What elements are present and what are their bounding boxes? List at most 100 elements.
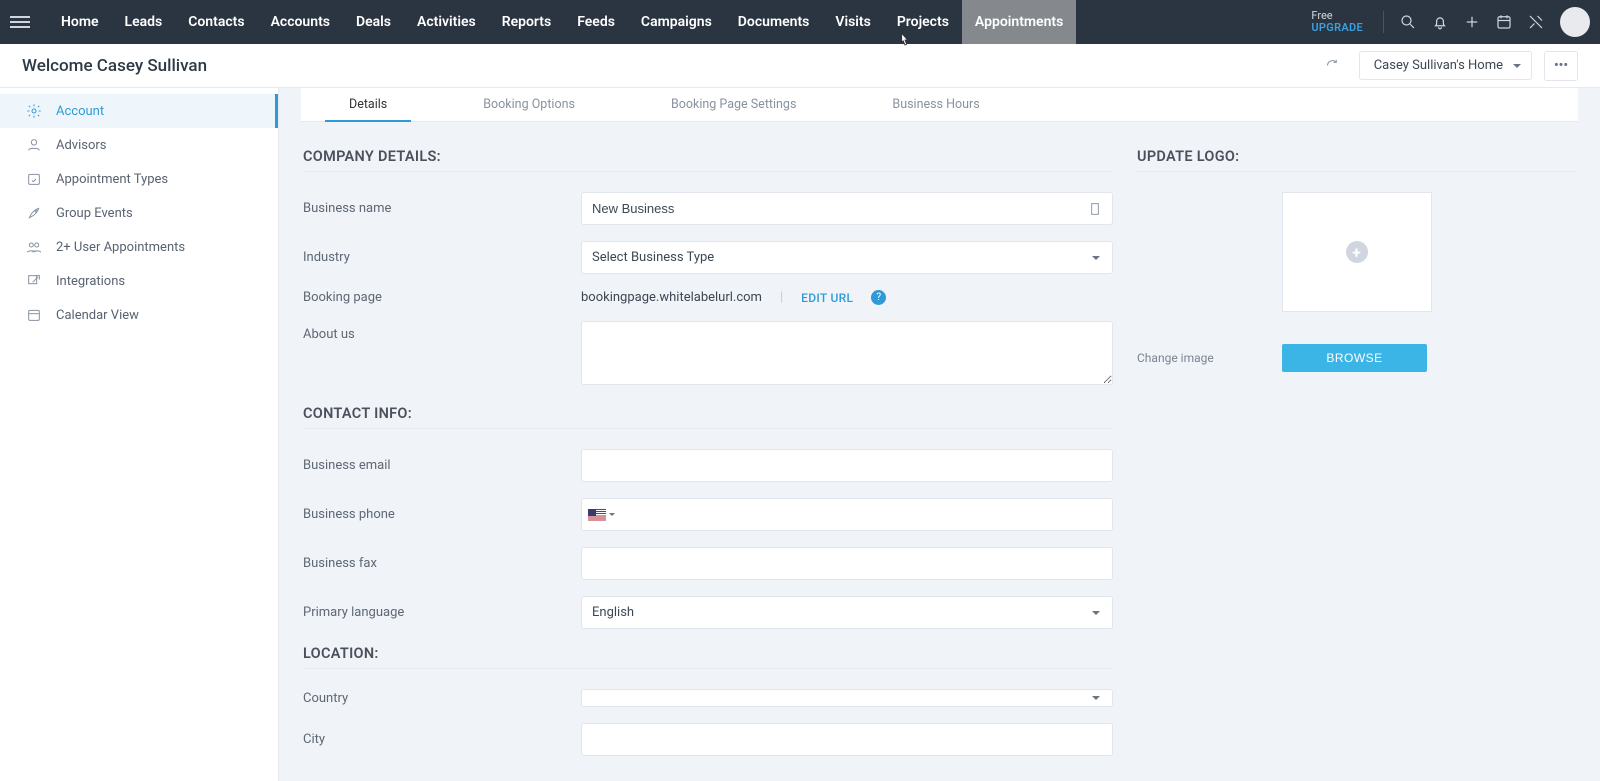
plan-block: Free UPGRADE xyxy=(1311,10,1363,34)
label-booking-page: Booking page xyxy=(303,290,581,305)
reload-icon[interactable] xyxy=(1319,52,1347,80)
sidebar-item-label: Group Events xyxy=(56,206,133,221)
bell-icon[interactable] xyxy=(1426,8,1454,36)
sidebar-item-account[interactable]: Account xyxy=(0,94,278,128)
nav-item-feeds[interactable]: Feeds xyxy=(564,0,628,44)
business-email-input[interactable] xyxy=(581,449,1113,482)
label-primary-language: Primary language xyxy=(303,605,581,620)
home-dropdown-label: Casey Sullivan's Home xyxy=(1374,58,1503,73)
label-business-name: Business name xyxy=(303,201,581,216)
nav-item-projects[interactable]: Projects xyxy=(884,0,962,44)
divider xyxy=(1137,171,1576,172)
details-form: COMPANY DETAILS: Business name Industry xyxy=(303,144,1113,772)
logo-dropzone[interactable]: + xyxy=(1282,192,1432,312)
label-business-fax: Business fax xyxy=(303,556,581,571)
industry-select[interactable]: Select Business Type xyxy=(581,241,1113,274)
tab-details[interactable]: Details xyxy=(301,88,435,121)
nav-item-home[interactable]: Home xyxy=(48,0,112,44)
nav-item-campaigns[interactable]: Campaigns xyxy=(628,0,725,44)
tools-icon[interactable] xyxy=(1522,8,1550,36)
business-name-input[interactable] xyxy=(581,192,1113,225)
hamburger-menu-icon[interactable] xyxy=(10,16,30,28)
nav-item-activities[interactable]: Activities xyxy=(404,0,489,44)
logo-panel: UPDATE LOGO: + Change image BROWSE xyxy=(1137,144,1576,772)
search-icon[interactable] xyxy=(1394,8,1422,36)
label-business-email: Business email xyxy=(303,458,581,473)
about-us-textarea[interactable] xyxy=(581,321,1113,385)
tabs: DetailsBooking OptionsBooking Page Setti… xyxy=(301,88,1578,122)
main: DetailsBooking OptionsBooking Page Setti… xyxy=(279,88,1600,781)
phone-country-selector[interactable] xyxy=(582,499,620,530)
nav-item-reports[interactable]: Reports xyxy=(489,0,565,44)
nav-item-deals[interactable]: Deals xyxy=(343,0,404,44)
sidebar-item-2-user-appointments[interactable]: 2+ User Appointments xyxy=(0,230,278,264)
plus-icon[interactable] xyxy=(1458,8,1486,36)
industry-select-value: Select Business Type xyxy=(592,250,714,265)
sidebar-item-label: Integrations xyxy=(56,274,125,289)
nav-item-visits[interactable]: Visits xyxy=(822,0,883,44)
label-about-us: About us xyxy=(303,321,581,342)
top-nav: HomeLeadsContactsAccountsDealsActivities… xyxy=(0,0,1600,44)
browse-button[interactable]: BROWSE xyxy=(1282,344,1427,372)
tab-booking-options[interactable]: Booking Options xyxy=(435,88,623,121)
calendar-icon[interactable] xyxy=(1490,8,1518,36)
add-logo-icon[interactable]: + xyxy=(1346,241,1368,263)
change-image-label: Change image xyxy=(1137,351,1282,365)
us-flag-icon xyxy=(588,509,606,521)
sidebar-item-advisors[interactable]: Advisors xyxy=(0,128,278,162)
primary-language-value: English xyxy=(592,605,634,620)
sidebar-item-label: Appointment Types xyxy=(56,172,168,187)
city-input[interactable] xyxy=(581,723,1113,756)
calendar-icon xyxy=(26,307,42,323)
help-icon[interactable]: ? xyxy=(871,290,886,305)
settings-gear-icon xyxy=(26,103,42,119)
upgrade-link[interactable]: UPGRADE xyxy=(1311,22,1363,34)
person-icon xyxy=(26,137,42,153)
country-select[interactable] xyxy=(581,689,1113,707)
building-icon xyxy=(1087,201,1103,217)
sidebar-item-label: Advisors xyxy=(56,138,107,153)
label-industry: Industry xyxy=(303,250,581,265)
sidebar-item-calendar-view[interactable]: Calendar View xyxy=(0,298,278,332)
url-separator: | xyxy=(780,290,783,305)
sidebar: Account Advisors Appointment Types Group Ev… xyxy=(0,88,279,781)
sidebar-item-group-events[interactable]: Group Events xyxy=(0,196,278,230)
nav-item-appointments[interactable]: Appointments xyxy=(962,0,1076,44)
nav-item-documents[interactable]: Documents xyxy=(725,0,823,44)
calendar-check-icon xyxy=(26,171,42,187)
booking-page-url: bookingpage.whitelabelurl.com xyxy=(581,290,762,305)
divider xyxy=(303,171,1113,172)
sidebar-item-label: Calendar View xyxy=(56,308,139,323)
label-business-phone: Business phone xyxy=(303,507,581,522)
divider xyxy=(303,668,1113,669)
primary-language-select[interactable]: English xyxy=(581,596,1113,629)
label-country: Country xyxy=(303,691,581,706)
nav-items: HomeLeadsContactsAccountsDealsActivities… xyxy=(48,0,1076,44)
nav-item-contacts[interactable]: Contacts xyxy=(175,0,257,44)
divider xyxy=(303,428,1113,429)
sidebar-item-appointment-types[interactable]: Appointment Types xyxy=(0,162,278,196)
home-dropdown[interactable]: Casey Sullivan's Home xyxy=(1359,51,1532,80)
label-city: City xyxy=(303,732,581,747)
external-icon xyxy=(26,273,42,289)
section-title-company: COMPANY DETAILS: xyxy=(303,148,1113,165)
sidebar-item-integrations[interactable]: Integrations xyxy=(0,264,278,298)
business-fax-input[interactable] xyxy=(581,547,1113,580)
tab-booking-page-settings[interactable]: Booking Page Settings xyxy=(623,88,844,121)
user-avatar[interactable] xyxy=(1560,7,1590,37)
edit-url-link[interactable]: EDIT URL xyxy=(801,291,853,305)
business-phone-input[interactable] xyxy=(581,498,1113,531)
welcome-text: Welcome Casey Sullivan xyxy=(22,56,207,76)
divider xyxy=(1383,11,1384,33)
sidebar-item-label: 2+ User Appointments xyxy=(56,240,185,255)
nav-item-leads[interactable]: Leads xyxy=(112,0,176,44)
more-button[interactable]: ••• xyxy=(1544,51,1578,81)
rocket-icon xyxy=(26,205,42,221)
subheader: Welcome Casey Sullivan Casey Sullivan's … xyxy=(0,44,1600,88)
nav-item-accounts[interactable]: Accounts xyxy=(258,0,343,44)
sidebar-item-label: Account xyxy=(56,104,104,119)
tab-business-hours[interactable]: Business Hours xyxy=(844,88,1027,121)
section-title-logo: UPDATE LOGO: xyxy=(1137,148,1576,165)
people-icon xyxy=(26,239,42,255)
section-title-contact: CONTACT INFO: xyxy=(303,405,1113,422)
